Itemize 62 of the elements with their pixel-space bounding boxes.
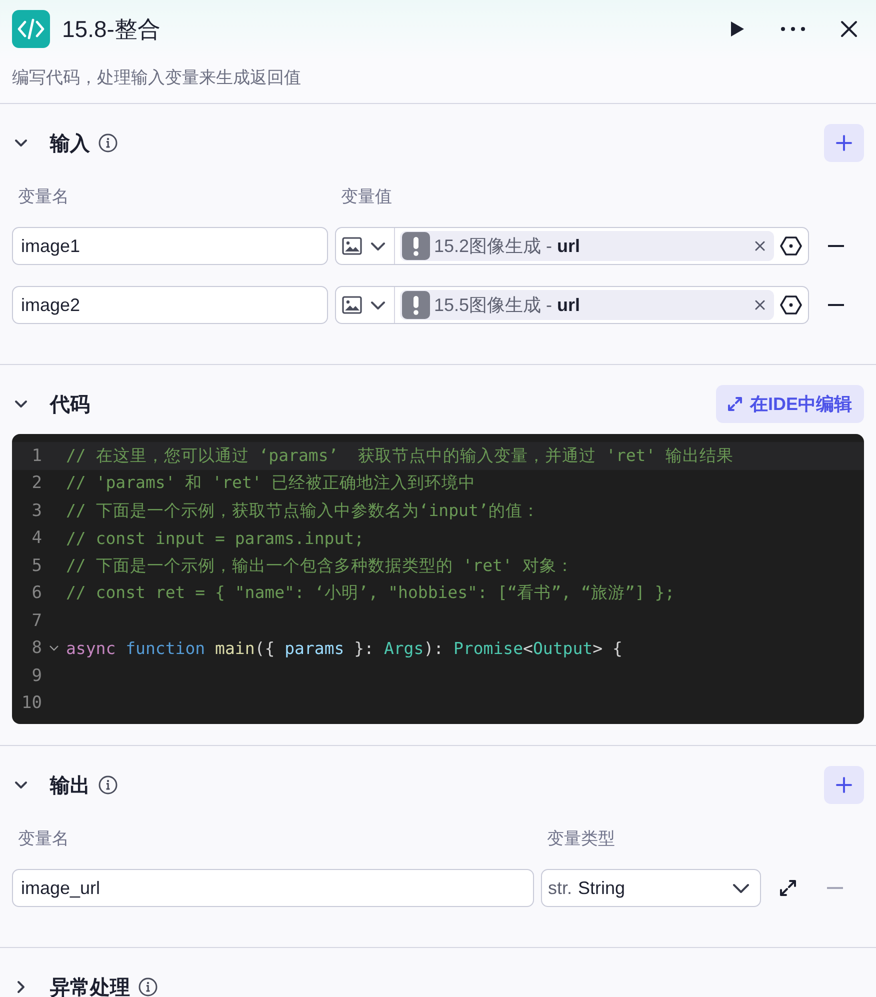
line-number: 4 bbox=[30, 528, 42, 548]
input-field[interactable]: image2 bbox=[12, 286, 328, 324]
expand-arrows-icon bbox=[779, 879, 797, 897]
variable-reference-field[interactable]: 15.5图像生成 - url bbox=[335, 286, 809, 324]
image-icon bbox=[342, 237, 362, 255]
line-number: 3 bbox=[30, 500, 42, 521]
code-line: // 在这里，您可以通过 ‘params’ 获取节点中的输入变量，并通过 'ret' 输出结果 bbox=[66, 444, 734, 467]
line-number: 8 bbox=[30, 638, 42, 658]
line-number: 6 bbox=[30, 583, 42, 604]
fold-icon[interactable] bbox=[49, 643, 59, 654]
type-dropdown[interactable]: str. String bbox=[541, 869, 761, 907]
code-editor[interactable] bbox=[12, 434, 864, 724]
node-title: 15.8-整合 bbox=[62, 14, 160, 44]
section-title: 异常处理 bbox=[50, 976, 130, 997]
line-number: 2 bbox=[30, 473, 42, 494]
minus-icon bbox=[828, 245, 844, 247]
close-icon bbox=[840, 20, 858, 38]
reference-label: 15.5图像生成 - url bbox=[434, 294, 580, 317]
close-icon bbox=[755, 241, 765, 251]
image-icon bbox=[342, 296, 362, 314]
reference-label: 15.2图像生成 - url bbox=[434, 235, 580, 258]
code-line: // const input = params.input; bbox=[66, 528, 364, 548]
code-line: // const ret = { "name": ‘小明’, "hobbies": [“看书”, “旅游”] }; bbox=[66, 582, 675, 604]
column-label: 变量类型 bbox=[546, 828, 616, 850]
column-label: 变量名 bbox=[17, 828, 70, 850]
more-icon bbox=[780, 26, 806, 32]
line-number: 7 bbox=[30, 610, 42, 631]
input-field[interactable]: image1 bbox=[12, 227, 328, 265]
section-title: 输出 bbox=[50, 774, 90, 798]
info-icon bbox=[98, 775, 118, 795]
code-icon bbox=[12, 10, 50, 48]
input-field[interactable]: image_url bbox=[12, 869, 534, 907]
add-button[interactable] bbox=[824, 124, 864, 162]
add-button[interactable] bbox=[824, 766, 864, 804]
hexagon-icon bbox=[780, 294, 802, 316]
column-label: 变量值 bbox=[340, 186, 393, 208]
close-icon bbox=[755, 300, 765, 310]
line-number: 1 bbox=[30, 446, 42, 466]
code-line: // 下面是一个示例，获取节点输入中参数名为‘input’的值： bbox=[66, 500, 540, 522]
minus-icon bbox=[828, 304, 844, 306]
line-number: 10 bbox=[20, 693, 42, 714]
edit-in-ide-button[interactable]: 在IDE中编辑 bbox=[716, 385, 864, 423]
line-number: 5 bbox=[30, 556, 42, 576]
code-line: // 下面是一个示例，输出一个包含多种数据类型的 'ret' 对象： bbox=[66, 554, 574, 577]
node-description: 编写代码，处理输入变量来生成返回值 bbox=[12, 67, 302, 89]
variable-reference-field[interactable]: 15.2图像生成 - url bbox=[335, 227, 809, 265]
minus-icon bbox=[827, 887, 843, 889]
expand-arrows-icon bbox=[728, 397, 742, 411]
hexagon-icon bbox=[780, 235, 802, 257]
section-title: 输入 bbox=[50, 132, 90, 156]
warning-icon bbox=[402, 232, 430, 260]
column-label: 变量名 bbox=[17, 186, 70, 208]
info-icon bbox=[98, 133, 118, 153]
info-icon bbox=[138, 977, 158, 997]
code-line: async function main({ params }: Args): Promise<Output> { bbox=[66, 638, 622, 658]
play-icon bbox=[728, 20, 746, 38]
line-number: 9 bbox=[30, 666, 42, 686]
plus-icon bbox=[836, 777, 852, 793]
code-line: // 'params' 和 'ret' 已经被正确地注入到环境中 bbox=[66, 472, 476, 494]
warning-icon bbox=[402, 291, 430, 319]
plus-icon bbox=[836, 135, 852, 151]
section-title: 代码 bbox=[50, 392, 90, 418]
